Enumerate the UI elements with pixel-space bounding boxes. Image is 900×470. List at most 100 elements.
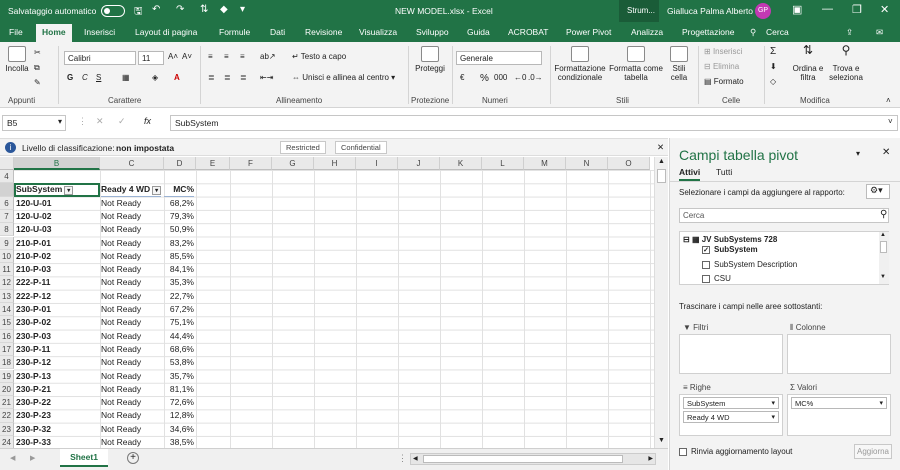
table-cell[interactable]: 230-P-23 xyxy=(16,409,100,422)
row-header[interactable] xyxy=(0,183,14,197)
scroll-up-icon[interactable]: ▲ xyxy=(658,158,665,165)
delete-cells-button[interactable]: ⊟ Elimina xyxy=(704,62,739,71)
table-cell[interactable]: 81,1% xyxy=(164,383,194,396)
table-cell[interactable]: Not Ready xyxy=(101,383,161,396)
checkbox-icon[interactable] xyxy=(702,274,710,283)
scroll-down-icon[interactable]: ▼ xyxy=(658,437,665,444)
table-cell[interactable]: Not Ready xyxy=(101,303,161,316)
table-cell[interactable]: 230-P-03 xyxy=(16,330,100,343)
columns-drop-area[interactable] xyxy=(787,334,891,374)
borders-icon[interactable]: ▦ xyxy=(122,73,130,82)
horizontal-scroll-thumb[interactable] xyxy=(423,455,623,463)
values-drop-area[interactable]: MC% xyxy=(787,394,891,436)
tab-inserisci[interactable]: Inserisci xyxy=(84,27,115,37)
row-header[interactable]: 23 xyxy=(0,422,14,436)
currency-button[interactable]: € xyxy=(460,73,464,82)
paste-button[interactable]: Incolla xyxy=(4,46,30,73)
decimal-decrease-icon[interactable]: .0→ xyxy=(528,73,543,82)
enter-icon[interactable]: ✓ xyxy=(118,116,126,127)
table-cell[interactable]: 68,2% xyxy=(164,197,194,210)
row-header[interactable]: 6 xyxy=(0,196,14,210)
table-cell[interactable]: 67,2% xyxy=(164,303,194,316)
column-header-j[interactable]: J xyxy=(398,157,440,170)
row-header[interactable]: 9 xyxy=(0,236,14,250)
sort-filter-button[interactable]: ⇅ Ordina e filtra xyxy=(790,44,826,82)
italic-button[interactable]: C xyxy=(82,73,88,82)
grow-font-icon[interactable]: A˄ xyxy=(168,52,178,61)
pane-options-icon[interactable]: ▾ xyxy=(856,149,860,158)
add-sheet-icon[interactable]: + xyxy=(127,452,139,464)
column-header-f[interactable]: F xyxy=(230,157,272,170)
table-cell[interactable]: 120-U-02 xyxy=(16,210,100,223)
row-header[interactable]: 7 xyxy=(0,209,14,224)
tab-tutti[interactable]: Tutti xyxy=(716,167,732,177)
conditional-format-button[interactable]: Formattazione condizionale xyxy=(554,46,606,82)
table-cell[interactable]: Not Ready xyxy=(101,276,161,289)
undo-icon[interactable]: ↶ xyxy=(152,4,160,15)
collapse-icon[interactable]: ⊟ xyxy=(683,235,692,244)
search-icon[interactable]: ⚲ xyxy=(750,27,756,38)
align-middle-icon[interactable]: ≡ xyxy=(224,52,229,61)
table-cell[interactable]: 79,3% xyxy=(164,210,194,223)
table-cell[interactable]: 230-P-13 xyxy=(16,370,100,383)
save-icon[interactable]: 🖫 xyxy=(134,4,143,21)
pivot-header-cell[interactable]: SubSystem ▾ xyxy=(16,183,100,197)
checkbox-icon[interactable] xyxy=(679,447,687,456)
next-sheet-icon[interactable]: ▶ xyxy=(30,454,35,462)
copy-icon[interactable]: ⧉ xyxy=(34,63,40,73)
align-top-icon[interactable]: ≡ xyxy=(208,52,213,61)
table-cell[interactable]: 35,3% xyxy=(164,276,194,289)
horizontal-scrollbar[interactable]: ◀ ▶ xyxy=(410,453,656,465)
table-cell[interactable]: Not Ready xyxy=(101,396,161,409)
table-cell[interactable]: 84,1% xyxy=(164,263,194,276)
shrink-font-icon[interactable]: A˅ xyxy=(182,52,192,61)
filter-dropdown-icon[interactable]: ▾ xyxy=(152,185,161,195)
table-cell[interactable]: 210-P-01 xyxy=(16,237,100,250)
comments-icon[interactable]: ✉ xyxy=(876,27,883,38)
field-item[interactable]: CSU xyxy=(702,274,731,284)
table-cell[interactable]: Not Ready xyxy=(101,290,161,303)
scroll-right-icon[interactable]: ▶ xyxy=(648,455,653,462)
tab-dati[interactable]: Dati xyxy=(270,27,285,37)
table-cell[interactable]: 230-P-22 xyxy=(16,396,100,409)
scroll-down-icon[interactable]: ▼ xyxy=(880,274,886,280)
row-header[interactable]: 18 xyxy=(0,356,14,370)
filter-dropdown-icon[interactable]: ▾ xyxy=(64,185,74,195)
row-header[interactable]: 22 xyxy=(0,409,14,423)
rows-drop-area[interactable]: SubSystem Ready 4 WD xyxy=(679,394,783,436)
tab-home[interactable]: Home xyxy=(36,24,72,42)
decimal-increase-icon[interactable]: ←0 xyxy=(514,73,526,82)
values-item-mc[interactable]: MC% xyxy=(791,397,887,409)
field-search-input[interactable]: Cerca xyxy=(679,208,889,223)
table-cell[interactable]: 34,6% xyxy=(164,423,194,436)
table-cell[interactable]: 120-U-01 xyxy=(16,197,100,210)
formula-input[interactable]: SubSystem xyxy=(170,115,898,131)
select-all-corner[interactable] xyxy=(0,157,14,170)
table-cell[interactable]: 35,7% xyxy=(164,370,194,383)
font-color-icon[interactable]: A xyxy=(174,73,180,82)
row-header[interactable]: 20 xyxy=(0,382,14,397)
table-cell[interactable]: 53,8% xyxy=(164,356,194,369)
expand-formula-icon[interactable]: ˅ xyxy=(888,117,893,126)
table-cell[interactable]: Not Ready xyxy=(101,316,161,329)
table-cell[interactable]: Not Ready xyxy=(101,423,161,436)
column-header-d[interactable]: D xyxy=(164,157,196,170)
align-right-icon[interactable]: ≣ xyxy=(240,73,247,82)
tell-me-search[interactable]: Cerca xyxy=(766,27,789,37)
checkbox-checked-icon[interactable]: ✓ xyxy=(702,245,710,254)
table-cell[interactable]: 50,9% xyxy=(164,223,194,236)
autosave-toggle[interactable] xyxy=(101,5,125,17)
table-cell[interactable]: Not Ready xyxy=(101,210,161,223)
defer-update-option[interactable]: Rinvia aggiornamento layout xyxy=(679,447,792,456)
autosum-icon[interactable]: Σ xyxy=(770,46,776,57)
layout-settings-icon[interactable]: ⚙▾ xyxy=(866,184,890,199)
table-cell[interactable]: 210-P-02 xyxy=(16,250,100,263)
avatar[interactable]: GP xyxy=(755,3,771,19)
format-as-table-button[interactable]: Formatta come tabella xyxy=(608,46,664,82)
cut-icon[interactable]: ✂ xyxy=(34,48,41,57)
row-header[interactable]: 11 xyxy=(0,263,14,277)
row-header[interactable]: 17 xyxy=(0,342,14,357)
minimize-icon[interactable]: — xyxy=(822,3,833,15)
split-handle-icon[interactable]: ⋮ xyxy=(398,453,407,464)
table-cell[interactable]: 72,6% xyxy=(164,396,194,409)
